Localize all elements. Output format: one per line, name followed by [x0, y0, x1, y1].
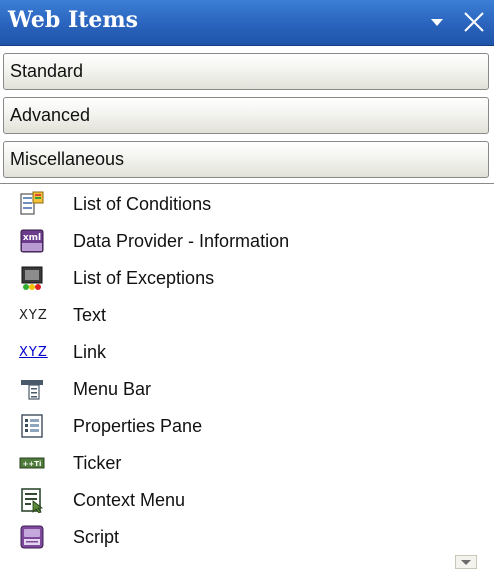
- ticker-icon: ++Ti: [19, 457, 45, 469]
- list-item-properties-pane[interactable]: Properties Pane: [0, 408, 460, 445]
- panel-title: Web Items: [8, 7, 139, 33]
- web-items-panel: Web Items Standard Advanced Miscellaneou…: [0, 0, 494, 569]
- list-item-ticker[interactable]: ++Ti Ticker: [0, 445, 460, 482]
- context-menu-icon: [21, 488, 44, 513]
- list-item-list-of-exceptions[interactable]: List of Exceptions: [0, 260, 460, 297]
- scroll-down-button[interactable]: [455, 555, 477, 577]
- web-items-list: List of Conditions xml Data Provider - I…: [0, 184, 494, 569]
- chevron-down-icon[interactable]: [429, 14, 445, 30]
- category-label: Standard: [10, 61, 84, 81]
- list-item-label: Text: [73, 305, 107, 325]
- list-item-data-provider-information[interactable]: xml Data Provider - Information: [0, 223, 460, 260]
- panel-titlebar: Web Items: [0, 0, 494, 46]
- list-item-label: List of Exceptions: [73, 268, 215, 288]
- menu-bar-icon: [21, 380, 43, 400]
- category-label: Advanced: [10, 105, 91, 125]
- close-icon[interactable]: [461, 9, 487, 35]
- list-item-script[interactable]: Script: [0, 519, 460, 556]
- properties-pane-icon: [21, 414, 43, 438]
- xml-icon: xml: [20, 229, 44, 253]
- list-item-label: List of Conditions: [73, 194, 212, 214]
- list-item-link[interactable]: XYZ Link: [0, 334, 460, 371]
- list-item-label: Menu Bar: [73, 379, 152, 399]
- ticker-icon-text: ++Ti: [23, 460, 42, 468]
- xml-icon-text: xml: [23, 233, 41, 243]
- list-item-label: Data Provider - Information: [73, 231, 290, 251]
- traffic-light-icon: [21, 266, 43, 290]
- list-item-menu-bar[interactable]: Menu Bar: [0, 371, 460, 408]
- category-advanced[interactable]: Advanced: [3, 97, 489, 134]
- list-item-label: Link: [73, 342, 107, 362]
- category-miscellaneous[interactable]: Miscellaneous: [3, 141, 489, 178]
- category-standard[interactable]: Standard: [3, 53, 489, 90]
- list-item-text[interactable]: XYZ Text: [0, 297, 460, 334]
- list-item-context-menu[interactable]: Context Menu: [0, 482, 460, 519]
- list-item-label: Properties Pane: [73, 416, 203, 436]
- text-icon: XYZ: [19, 308, 48, 323]
- list-of-conditions-icon: [20, 191, 44, 215]
- category-label: Miscellaneous: [10, 149, 125, 169]
- list-item-label: Ticker: [73, 453, 122, 473]
- list-item-label: Script: [73, 527, 120, 547]
- script-icon: [20, 525, 44, 549]
- list-item-list-of-conditions[interactable]: List of Conditions: [0, 186, 460, 223]
- link-icon: XYZ: [19, 345, 48, 360]
- list-item-label: Context Menu: [73, 490, 186, 510]
